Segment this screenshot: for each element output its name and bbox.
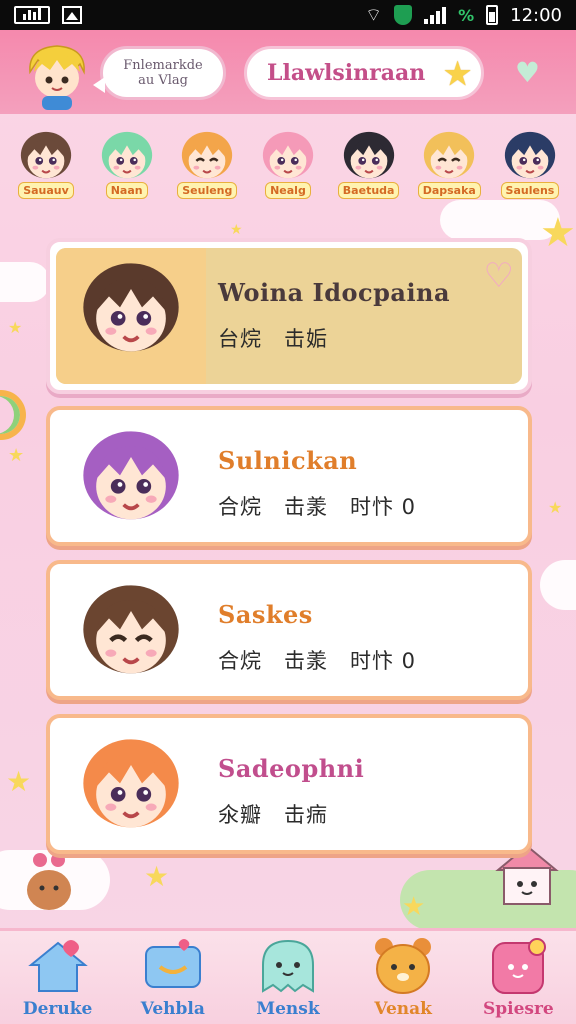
- character-card[interactable]: Sadeophni 氽瓣 击㾍: [46, 714, 532, 854]
- nav-item-mensk[interactable]: Mensk: [236, 935, 340, 1019]
- card-title: Sadeophni: [218, 754, 365, 783]
- card-title: Sulnickan: [218, 446, 358, 475]
- cloud-decoration: [0, 262, 50, 302]
- character-avatar: [16, 128, 76, 186]
- card-text: Woina Idocpaina 台烷 击姤: [206, 248, 522, 384]
- nav-item-vehbla[interactable]: Vehbla: [121, 935, 225, 1019]
- character-selector: Sauauv Naan Seuleng Nealg Baetuda Dapsaka Saul…: [8, 128, 568, 208]
- card-text: Sulnickan 合烷 击羕 时忭 0: [206, 416, 522, 536]
- nav-item-venak[interactable]: Venak: [351, 935, 455, 1019]
- nav-label: Vehbla: [140, 999, 205, 1019]
- card-character-portrait: [56, 570, 206, 690]
- card-character-portrait: [56, 248, 206, 384]
- card-subtitle: 合烷 击羕 时忭 0: [218, 649, 417, 673]
- ghost-icon: [255, 935, 321, 997]
- star-icon: ★: [8, 445, 25, 466]
- card-character-portrait: [56, 724, 206, 844]
- battery-icon: [486, 5, 499, 25]
- signal-icon: [424, 6, 447, 24]
- status-bar: ⌔ % 12:00: [0, 0, 576, 30]
- card-subtitle: 台烷 击姤: [218, 327, 328, 351]
- app-title-pill[interactable]: Llawlsinraan ★: [244, 46, 484, 100]
- card-subtitle: 氽瓣 击㾍: [218, 803, 328, 827]
- nav-item-spiesre[interactable]: Spiesre: [466, 935, 570, 1019]
- shield-icon: [394, 5, 413, 25]
- favorite-heart-icon[interactable]: ♥: [515, 56, 540, 89]
- bear-icon: [370, 935, 436, 997]
- character-chip[interactable]: Saulens: [492, 128, 568, 208]
- cloud-decoration: [540, 560, 576, 610]
- nav-label: Deruke: [22, 999, 93, 1019]
- bottom-navigation: Deruke Vehbla Mensk Venak Spiesre: [0, 928, 576, 1024]
- card-content: Sulnickan 合烷 击羕 时忭 0: [56, 416, 522, 536]
- character-chip[interactable]: Sauauv: [8, 128, 84, 208]
- character-avatar: [419, 128, 479, 186]
- favorite-heart-icon[interactable]: ♡: [484, 256, 514, 296]
- mascot-avatar[interactable]: [24, 42, 90, 110]
- character-chip[interactable]: Nealg: [250, 128, 326, 208]
- nav-label: Mensk: [256, 999, 320, 1019]
- plant-mascot-decoration: [24, 852, 74, 912]
- card-content: Woina Idocpaina 台烷 击姤: [56, 248, 522, 384]
- character-chip[interactable]: Baetuda: [331, 128, 407, 208]
- card-content: Saskes 合烷 击羕 时忭 0: [56, 570, 522, 690]
- home-icon: [25, 935, 91, 997]
- clock: 12:00: [510, 4, 562, 26]
- speech-bubble: Fnlemarkde au Vlag: [93, 46, 226, 100]
- card-content: Sadeophni 氽瓣 击㾍: [56, 724, 522, 844]
- star-icon: ★: [230, 222, 243, 238]
- character-avatar: [258, 128, 318, 186]
- character-card[interactable]: Woina Idocpaina 台烷 击姤 ♡: [46, 238, 532, 394]
- card-text: Sadeophni 氽瓣 击㾍: [206, 724, 522, 844]
- character-chip[interactable]: Seuleng: [169, 128, 245, 208]
- image-notification-icon: [62, 6, 82, 24]
- character-chip[interactable]: Dapsaka: [411, 128, 487, 208]
- nav-label: Venak: [374, 999, 432, 1019]
- app-header: Fnlemarkde au Vlag Llawlsinraan ★ ♥: [0, 30, 576, 114]
- card-title: Woina Idocpaina: [218, 278, 451, 307]
- star-icon: ★: [6, 765, 32, 798]
- nav-item-deruke[interactable]: Deruke: [6, 935, 110, 1019]
- character-avatar: [339, 128, 399, 186]
- battery-percent-icon: %: [458, 5, 475, 25]
- card-title: Saskes: [218, 600, 313, 629]
- star-icon: ★: [144, 860, 170, 893]
- nav-label: Spiesre: [482, 999, 554, 1019]
- activity-icon: [14, 6, 50, 24]
- character-card[interactable]: Saskes 合烷 击羕 时忭 0: [46, 560, 532, 700]
- card-character-portrait: [56, 416, 206, 536]
- character-avatar: [177, 128, 237, 186]
- rainbow-decoration: [0, 390, 26, 440]
- star-icon: ★: [8, 318, 23, 337]
- app-title: Llawlsinraan: [267, 60, 426, 86]
- wifi-icon: ⌔: [365, 4, 383, 26]
- character-avatar: [500, 128, 560, 186]
- profile-icon: [485, 935, 551, 997]
- character-avatar: [97, 128, 157, 186]
- star-icon: ★: [540, 210, 576, 256]
- star-icon: ★: [548, 498, 563, 517]
- star-icon: ★: [402, 892, 426, 922]
- character-card[interactable]: Sulnickan 合烷 击羕 时忭 0: [46, 406, 532, 546]
- message-icon: [140, 935, 206, 997]
- card-text: Saskes 合烷 击羕 时忭 0: [206, 570, 522, 690]
- star-icon: ★: [444, 57, 471, 92]
- card-subtitle: 合烷 击羕 时忭 0: [218, 495, 417, 519]
- character-chip[interactable]: Naan: [89, 128, 165, 208]
